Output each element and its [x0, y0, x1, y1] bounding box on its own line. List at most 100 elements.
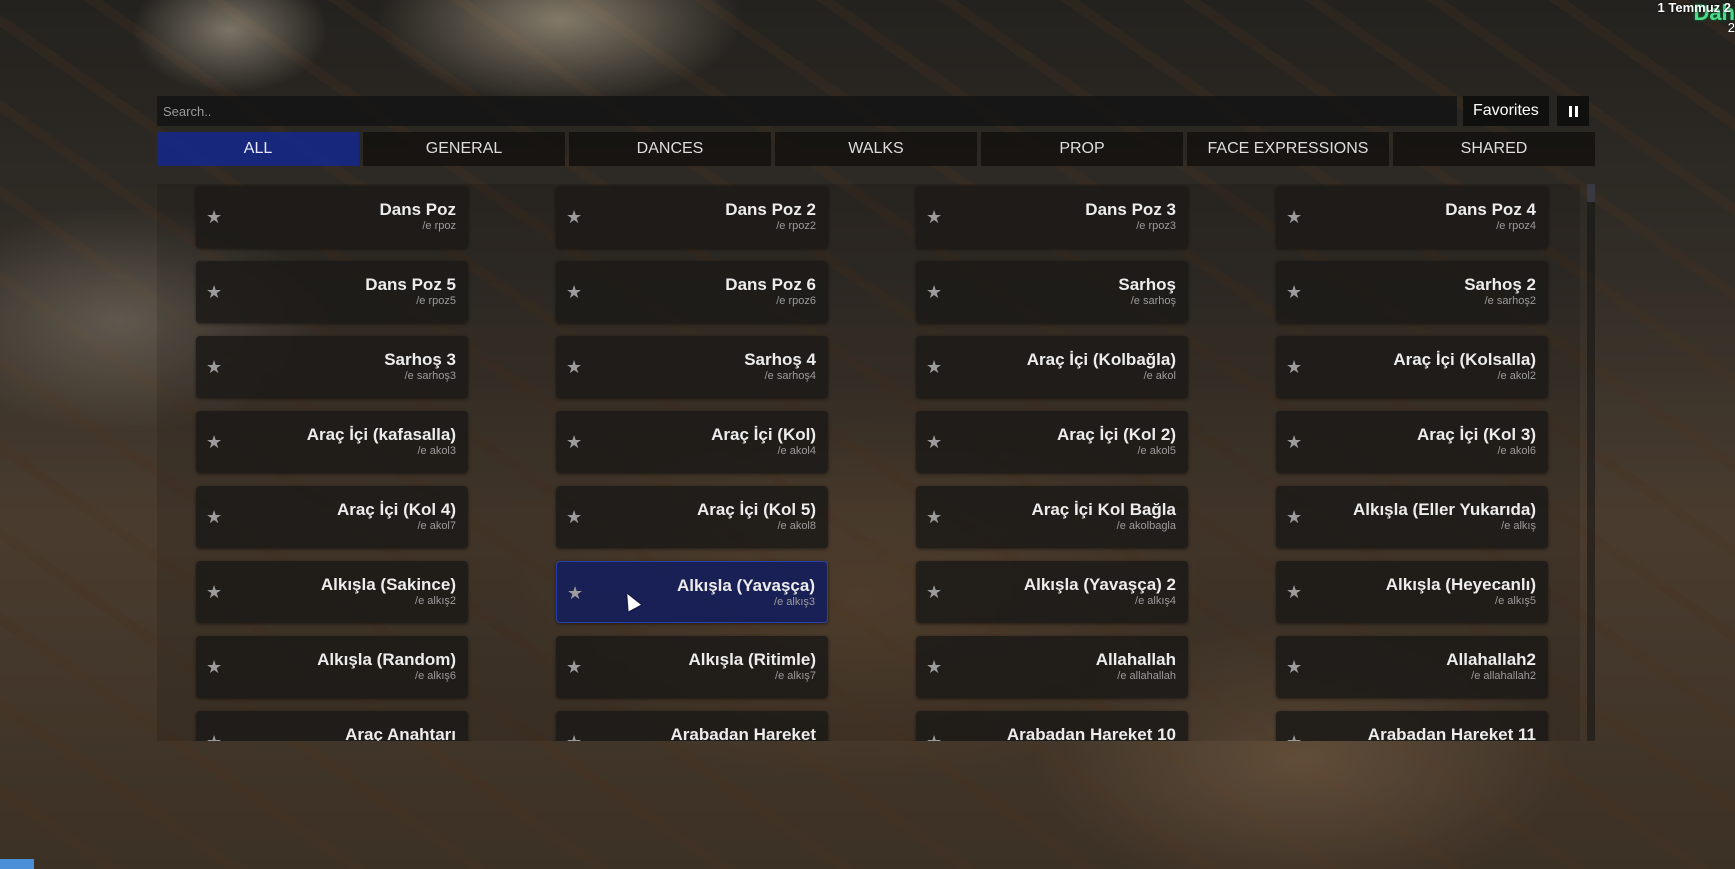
emote-card[interactable]: ★ Araç İçi (Kolsalla)/e akol2 [1276, 336, 1548, 398]
emote-title: Araç İçi (Kol 2) [1056, 425, 1176, 444]
favorite-star-icon[interactable]: ★ [1286, 583, 1302, 601]
emote-card[interactable]: ★ Araç İçi (Kol 5)/e akol8 [556, 486, 828, 548]
emote-card[interactable]: ★ Arabadan Hareket 11 [1276, 711, 1548, 741]
favorite-star-icon[interactable]: ★ [1286, 733, 1302, 741]
tab-prop[interactable]: PROP [981, 132, 1183, 166]
favorite-star-icon[interactable]: ★ [567, 584, 583, 602]
emote-command: /e akol8 [777, 520, 816, 532]
emote-card[interactable]: ★ Alkışla (Heyecanlı)/e alkış5 [1276, 561, 1548, 623]
favorite-star-icon[interactable]: ★ [926, 583, 942, 601]
emote-title: Araç İçi Kol Bağla [1031, 500, 1176, 519]
emote-card[interactable]: ★ Alkışla (Random)/e alkış6 [196, 636, 468, 698]
emote-card[interactable]: ★ Araç İçi (Kolbağla)/e akol [916, 336, 1188, 398]
favorite-star-icon[interactable]: ★ [566, 208, 582, 226]
favorite-star-icon[interactable]: ★ [926, 508, 942, 526]
favorite-star-icon[interactable]: ★ [566, 283, 582, 301]
favorite-star-icon[interactable]: ★ [206, 733, 222, 741]
emote-title: Araç İçi (Kolbağla) [1026, 350, 1176, 369]
emote-command: /e alkış3 [774, 596, 815, 608]
emote-card[interactable]: ★ Allahallah/e allahallah [916, 636, 1188, 698]
tab-dances[interactable]: DANCES [569, 132, 771, 166]
favorite-star-icon[interactable]: ★ [206, 433, 222, 451]
emote-card[interactable]: ★ Araç İçi (Kol 3)/e akol6 [1276, 411, 1548, 473]
search-input[interactable] [157, 96, 1457, 126]
emote-card[interactable]: ★ Dans Poz 2/e rpoz2 [556, 186, 828, 248]
favorite-star-icon[interactable]: ★ [926, 283, 942, 301]
favorite-star-icon[interactable]: ★ [1286, 433, 1302, 451]
emote-command: /e akol5 [1137, 445, 1176, 457]
favorite-star-icon[interactable]: ★ [926, 208, 942, 226]
emote-card[interactable]: ★ Alkışla (Eller Yukarıda)/e alkış [1276, 486, 1548, 548]
emote-title: Alkışla (Ritimle) [688, 650, 816, 669]
tab-general[interactable]: GENERAL [363, 132, 565, 166]
emote-command: /e alkış [1501, 520, 1536, 532]
emote-card[interactable]: ★ Sarhoş/e sarhoş [916, 261, 1188, 323]
emote-card[interactable]: ★ Dans Poz 4/e rpoz4 [1276, 186, 1548, 248]
tab-all[interactable]: ALL [157, 132, 359, 166]
emote-grid: ★ Dans Poz/e rpoz ★ Dans Poz 2/e rpoz2 ★ Dans… [157, 184, 1580, 741]
emote-title: Arabadan Hareket 11 [1367, 725, 1536, 741]
emote-card[interactable]: ★ Sarhoş 2/e sarhoş2 [1276, 261, 1548, 323]
favorite-star-icon[interactable]: ★ [566, 733, 582, 741]
emote-title: Sarhoş 2 [1464, 275, 1536, 294]
emote-command: /e allahallah [1117, 670, 1176, 682]
emote-title: Araç İçi (Kol 5) [696, 500, 816, 519]
tab-face-expressions[interactable]: FACE EXPRESSIONS [1187, 132, 1389, 166]
emote-card[interactable]: ★ Araç İçi Kol Bağla/e akolbagla [916, 486, 1188, 548]
emote-card[interactable]: ★ Araç İçi (Kol)/e akol4 [556, 411, 828, 473]
emote-card[interactable]: ★ Arabadan Hareket 10 [916, 711, 1188, 741]
favorite-star-icon[interactable]: ★ [566, 358, 582, 376]
favorite-star-icon[interactable]: ★ [206, 508, 222, 526]
emote-card[interactable]: ★ Dans Poz 6/e rpoz6 [556, 261, 828, 323]
emote-card[interactable]: ★ Dans Poz 5/e rpoz5 [196, 261, 468, 323]
favorite-star-icon[interactable]: ★ [206, 358, 222, 376]
grid-scrollbar[interactable] [1587, 184, 1595, 741]
favorite-star-icon[interactable]: ★ [926, 733, 942, 741]
emote-title: Araç İçi (Kol) [711, 425, 816, 444]
emote-card[interactable]: ★ Alkışla (Yavaşça)/e alkış3 [556, 561, 828, 623]
emote-menu: Favorites ALLGENERALDANCESWALKSPROPFACE … [157, 92, 1595, 741]
favorite-star-icon[interactable]: ★ [1286, 508, 1302, 526]
favorite-star-icon[interactable]: ★ [566, 433, 582, 451]
emote-command: /e alkış7 [775, 670, 816, 682]
favorite-star-icon[interactable]: ★ [926, 433, 942, 451]
emote-card[interactable]: ★ Araç İçi (Kol 2)/e akol5 [916, 411, 1188, 473]
pause-icon [1568, 105, 1572, 117]
emote-card[interactable]: ★ Araç İçi (Kol 4)/e akol7 [196, 486, 468, 548]
favorite-star-icon[interactable]: ★ [206, 283, 222, 301]
emote-card[interactable]: ★ Alkışla (Sakince)/e alkış2 [196, 561, 468, 623]
emote-card[interactable]: ★ Alkışla (Ritimle)/e alkış7 [556, 636, 828, 698]
emote-title: Araç İçi (kafasalla) [306, 425, 456, 444]
emote-card[interactable]: ★ Allahallah2/e allahallah2 [1276, 636, 1548, 698]
favorites-button[interactable]: Favorites [1463, 96, 1549, 126]
emote-card[interactable]: ★ Sarhoş 3/e sarhoş3 [196, 336, 468, 398]
scrollbar-thumb[interactable] [1587, 184, 1595, 202]
favorite-star-icon[interactable]: ★ [926, 658, 942, 676]
emote-card[interactable]: ★ Araç İçi (kafasalla)/e akol3 [196, 411, 468, 473]
emote-card[interactable]: ★ Alkışla (Yavaşça) 2/e alkış4 [916, 561, 1188, 623]
emote-card[interactable]: ★ Sarhoş 4/e sarhoş4 [556, 336, 828, 398]
favorite-star-icon[interactable]: ★ [1286, 358, 1302, 376]
emote-command: /e sarhoş3 [404, 370, 456, 382]
emote-title: Sarhoş 4 [744, 350, 816, 369]
favorite-star-icon[interactable]: ★ [206, 208, 222, 226]
emote-command: /e akol7 [417, 520, 456, 532]
hud-date: 1 Temmuz 2 [1657, 0, 1731, 15]
favorite-star-icon[interactable]: ★ [1286, 208, 1302, 226]
emote-card[interactable]: ★ Araç Anahtarı [196, 711, 468, 741]
emote-title: Sarhoş [1118, 275, 1176, 294]
emote-card[interactable]: ★ Dans Poz/e rpoz [196, 186, 468, 248]
favorite-star-icon[interactable]: ★ [206, 583, 222, 601]
tab-shared[interactable]: SHARED [1393, 132, 1595, 166]
tab-walks[interactable]: WALKS [775, 132, 977, 166]
hud-sub: 2 [1727, 20, 1735, 35]
favorite-star-icon[interactable]: ★ [566, 508, 582, 526]
favorite-star-icon[interactable]: ★ [926, 358, 942, 376]
favorite-star-icon[interactable]: ★ [206, 658, 222, 676]
pause-button[interactable] [1557, 96, 1589, 126]
favorite-star-icon[interactable]: ★ [566, 658, 582, 676]
emote-card[interactable]: ★ Dans Poz 3/e rpoz3 [916, 186, 1188, 248]
favorite-star-icon[interactable]: ★ [1286, 658, 1302, 676]
favorite-star-icon[interactable]: ★ [1286, 283, 1302, 301]
emote-card[interactable]: ★ Arabadan Hareket [556, 711, 828, 741]
